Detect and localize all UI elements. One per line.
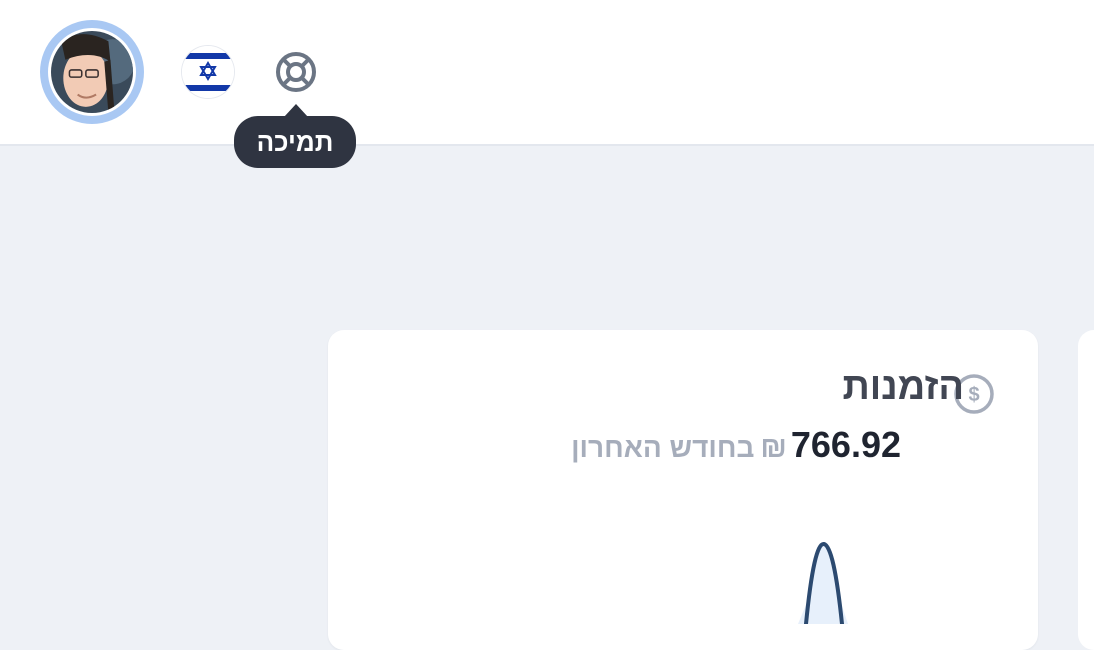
stat-value: 766.92 [790,424,901,465]
user-avatar[interactable] [40,20,144,124]
avatar-image [48,28,136,116]
top-bar [0,0,1094,146]
card-title: הזמנות [842,366,964,408]
israel-flag-icon [182,46,234,98]
stat-row: 766.92 ₪ בחודש האחרון [571,424,901,466]
stat-currency: ₪ [760,431,787,464]
support-button[interactable] [272,48,320,96]
language-flag[interactable] [182,46,234,98]
support-tooltip: תמיכה [234,104,356,168]
next-card [1078,330,1094,650]
orders-sparkline [798,542,848,624]
avatar-photo-icon [51,31,133,113]
stat-period: בחודש האחרון [571,432,755,463]
svg-text:$: $ [968,384,979,406]
lifebuoy-icon [276,52,316,92]
